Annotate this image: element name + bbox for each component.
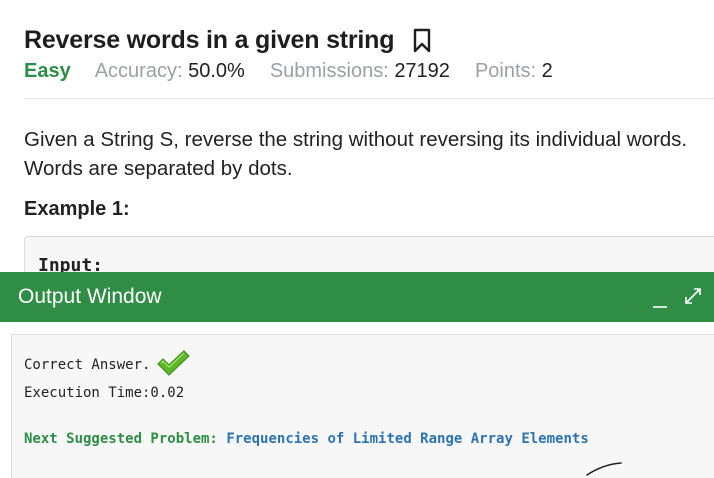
pen-mark xyxy=(586,462,622,476)
output-window-title: Output Window xyxy=(18,285,162,308)
output-window: Output Window Correct Answer. Execution … xyxy=(0,272,714,478)
submissions-stat: Submissions: 27192 xyxy=(270,60,450,83)
points-label: Points: xyxy=(474,60,537,82)
result-row: Correct Answer. xyxy=(24,350,191,377)
check-icon xyxy=(157,350,191,376)
points-value: 2 xyxy=(541,60,553,82)
header-divider xyxy=(24,98,714,99)
problem-meta: Easy Accuracy: 50.0% Submissions: 27192 … xyxy=(24,60,578,83)
output-body: Correct Answer. Execution Time:0.02 Next… xyxy=(11,334,714,478)
accuracy-stat: Accuracy: 50.0% xyxy=(95,60,245,83)
execution-time: Execution Time:0.02 xyxy=(24,385,185,401)
submissions-value: 27192 xyxy=(394,60,450,82)
example-heading: Example 1: xyxy=(24,198,130,220)
points-stat: Points: 2 xyxy=(475,60,553,83)
submissions-label: Submissions: xyxy=(269,60,389,82)
bookmark-icon[interactable] xyxy=(412,28,432,54)
suggested-problem: Next Suggested Problem: Frequencies of L… xyxy=(24,431,589,447)
title-row: Reverse words in a given string xyxy=(24,26,432,55)
suggested-problem-label: Next Suggested Problem: xyxy=(24,431,218,447)
accuracy-label: Accuracy: xyxy=(94,60,183,82)
minimize-icon[interactable] xyxy=(652,293,668,309)
output-window-header: Output Window xyxy=(0,272,714,322)
result-text: Correct Answer. xyxy=(24,357,151,373)
suggested-problem-link[interactable]: Frequencies of Limited Range Array Eleme… xyxy=(226,431,588,447)
problem-title: Reverse words in a given string xyxy=(24,26,395,54)
expand-icon[interactable] xyxy=(684,287,702,305)
accuracy-value: 50.0% xyxy=(188,60,245,82)
difficulty-badge: Easy xyxy=(24,60,71,82)
problem-description: Given a String S, reverse the string wit… xyxy=(24,128,688,180)
